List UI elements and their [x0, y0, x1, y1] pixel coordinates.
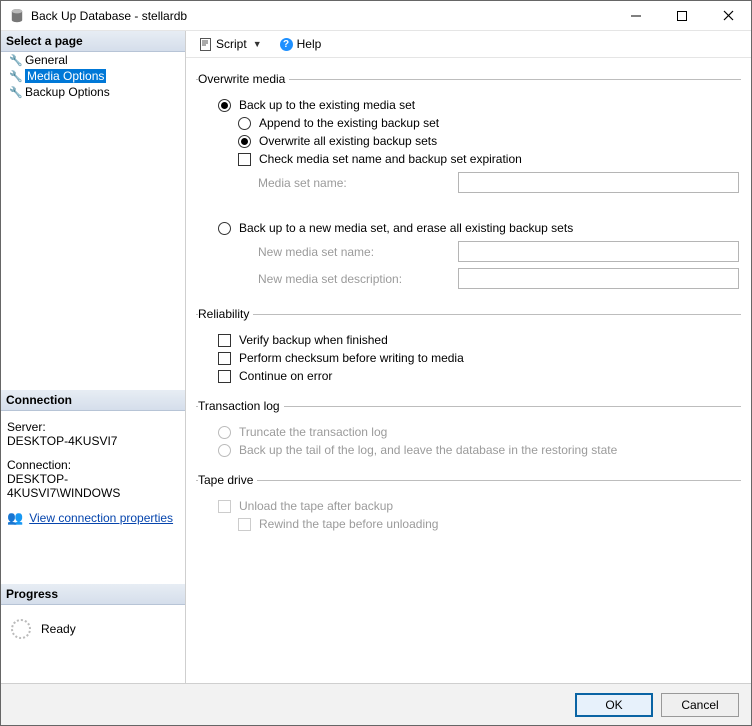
database-icon: [9, 8, 25, 24]
page-item-label: General: [25, 53, 68, 67]
radio-append-existing[interactable]: Append to the existing backup set: [198, 116, 739, 130]
minimize-button[interactable]: [613, 1, 659, 31]
view-connection-properties-link[interactable]: View connection properties: [29, 511, 173, 525]
wrench-icon: 🔧: [9, 54, 21, 67]
ok-button[interactable]: OK: [575, 693, 653, 717]
radio-icon: [238, 117, 251, 130]
connection-header: Connection: [1, 390, 185, 411]
select-page-header: Select a page: [1, 31, 185, 52]
checkbox-icon: [218, 334, 231, 347]
checkbox-icon: [218, 500, 231, 513]
chk-continue-on-error[interactable]: Continue on error: [198, 369, 739, 383]
checkbox-label: Check media set name and backup set expi…: [259, 152, 522, 166]
chk-unload-tape: Unload the tape after backup: [198, 499, 739, 513]
radio-backup-tail: Back up the tail of the log, and leave t…: [198, 443, 739, 457]
checkbox-label: Rewind the tape before unloading: [259, 517, 438, 531]
tape-drive-legend: Tape drive: [198, 473, 257, 487]
script-dropdown[interactable]: Script ▼: [194, 36, 272, 52]
radio-icon: [218, 99, 231, 112]
radio-truncate-log: Truncate the transaction log: [198, 425, 739, 439]
checkbox-icon: [218, 352, 231, 365]
close-button[interactable]: [705, 1, 751, 31]
overwrite-media-legend: Overwrite media: [198, 72, 289, 86]
new-media-desc-label: New media set description:: [258, 272, 458, 286]
new-media-name-input[interactable]: [458, 241, 739, 262]
radio-overwrite-all[interactable]: Overwrite all existing backup sets: [198, 134, 739, 148]
page-item-media-options[interactable]: 🔧 Media Options: [1, 68, 185, 84]
new-media-name-label: New media set name:: [258, 245, 458, 259]
help-icon: ?: [280, 38, 293, 51]
wrench-icon: 🔧: [9, 70, 21, 83]
page-item-label: Backup Options: [25, 85, 110, 99]
checkbox-icon: [238, 153, 251, 166]
people-icon: 👥: [7, 510, 23, 526]
radio-label: Back up the tail of the log, and leave t…: [239, 443, 617, 457]
checkbox-icon: [218, 370, 231, 383]
connection-label: Connection:: [7, 458, 179, 472]
toolbar: Script ▼ ? Help: [186, 31, 751, 58]
chevron-down-icon: ▼: [253, 39, 262, 49]
script-icon: [198, 37, 212, 51]
titlebar: Back Up Database - stellardb: [1, 1, 751, 31]
help-label: Help: [297, 37, 322, 51]
overwrite-media-group: Overwrite media Back up to the existing …: [196, 72, 741, 295]
progress-status: Ready: [41, 622, 76, 636]
radio-label: Back up to a new media set, and erase al…: [239, 221, 573, 235]
media-set-name-input[interactable]: [458, 172, 739, 193]
button-bar: OK Cancel: [1, 683, 751, 725]
chk-verify-backup[interactable]: Verify backup when finished: [198, 333, 739, 347]
content-area: Overwrite media Back up to the existing …: [186, 58, 751, 683]
radio-label: Append to the existing backup set: [259, 116, 439, 130]
right-panel: Script ▼ ? Help Overwrite media Back up …: [186, 31, 751, 683]
help-button[interactable]: ? Help: [276, 36, 326, 52]
page-item-backup-options[interactable]: 🔧 Backup Options: [1, 84, 185, 100]
cancel-button[interactable]: Cancel: [661, 693, 739, 717]
progress-header: Progress: [1, 584, 185, 605]
checkbox-icon: [238, 518, 251, 531]
tape-drive-group: Tape drive Unload the tape after backup …: [196, 473, 741, 535]
wrench-icon: 🔧: [9, 86, 21, 99]
new-media-desc-input[interactable]: [458, 268, 739, 289]
connection-value: DESKTOP-4KUSVI7\WINDOWS: [7, 472, 179, 500]
checkbox-label: Continue on error: [239, 369, 332, 383]
transaction-log-legend: Transaction log: [198, 399, 284, 413]
window-title: Back Up Database - stellardb: [31, 9, 187, 23]
checkbox-label: Perform checksum before writing to media: [239, 351, 464, 365]
radio-backup-existing[interactable]: Back up to the existing media set: [198, 98, 739, 112]
checkbox-label: Verify backup when finished: [239, 333, 388, 347]
left-panel: Select a page 🔧 General 🔧 Media Options …: [1, 31, 186, 683]
checkbox-label: Unload the tape after backup: [239, 499, 393, 513]
chk-check-media-name[interactable]: Check media set name and backup set expi…: [198, 152, 739, 166]
radio-label: Overwrite all existing backup sets: [259, 134, 437, 148]
radio-icon: [218, 426, 231, 439]
page-item-general[interactable]: 🔧 General: [1, 52, 185, 68]
progress-box: Ready: [1, 605, 185, 653]
page-list: 🔧 General 🔧 Media Options 🔧 Backup Optio…: [1, 52, 185, 100]
connection-box: Server: DESKTOP-4KUSVI7 Connection: DESK…: [1, 411, 185, 544]
radio-icon: [238, 135, 251, 148]
radio-label: Back up to the existing media set: [239, 98, 415, 112]
maximize-button[interactable]: [659, 1, 705, 31]
media-set-name-label: Media set name:: [258, 176, 458, 190]
progress-spinner-icon: [11, 619, 31, 639]
radio-backup-new[interactable]: Back up to a new media set, and erase al…: [198, 221, 739, 235]
chk-rewind-tape: Rewind the tape before unloading: [198, 517, 739, 531]
transaction-log-group: Transaction log Truncate the transaction…: [196, 399, 741, 461]
script-label: Script: [216, 37, 247, 51]
server-value: DESKTOP-4KUSVI7: [7, 434, 179, 448]
radio-label: Truncate the transaction log: [239, 425, 387, 439]
reliability-group: Reliability Verify backup when finished …: [196, 307, 741, 387]
reliability-legend: Reliability: [198, 307, 253, 321]
radio-icon: [218, 444, 231, 457]
chk-perform-checksum[interactable]: Perform checksum before writing to media: [198, 351, 739, 365]
server-label: Server:: [7, 420, 179, 434]
page-item-label: Media Options: [25, 69, 106, 83]
radio-icon: [218, 222, 231, 235]
